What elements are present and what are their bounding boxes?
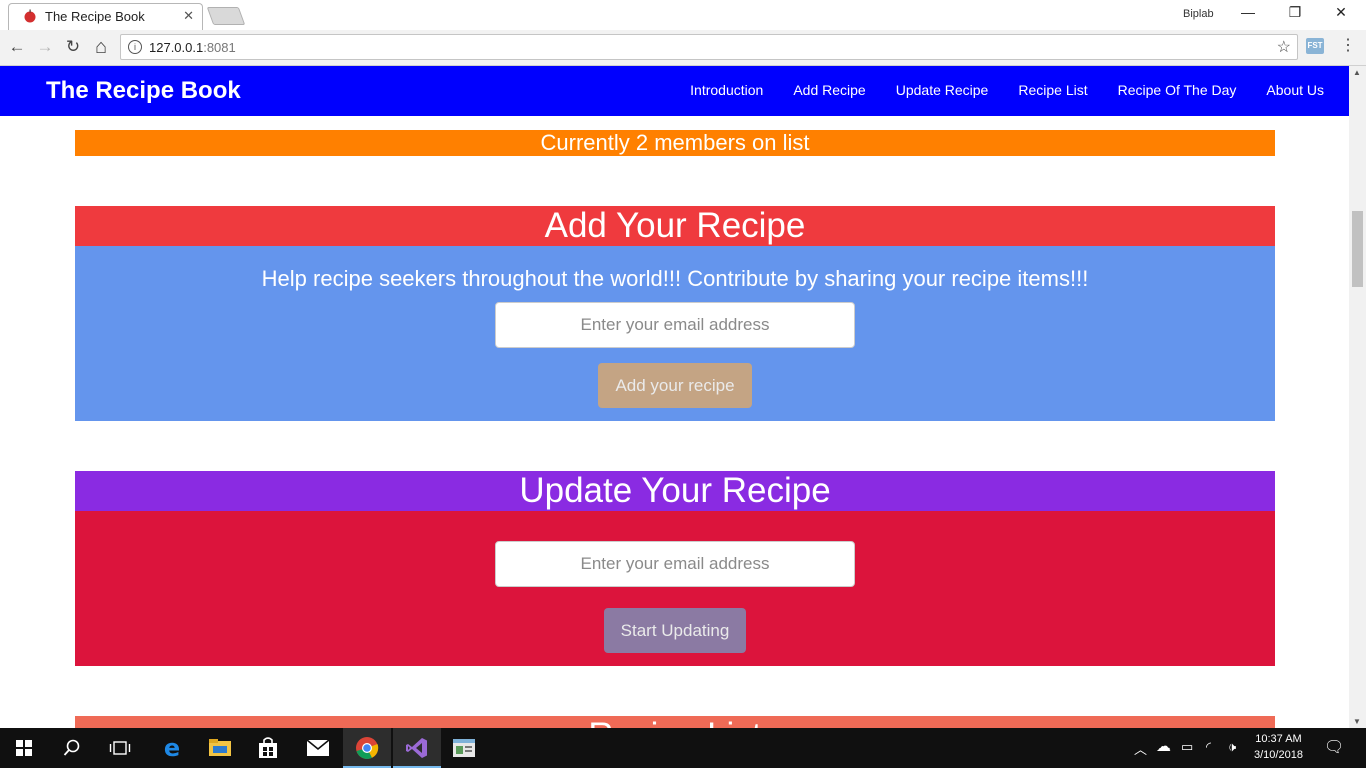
scroll-down-arrow-icon[interactable]: ▼ <box>1353 717 1361 726</box>
chrome-logo-icon <box>356 737 379 759</box>
add-recipe-section: Add Your Recipe Help recipe seekers thro… <box>75 206 1275 421</box>
store-icon[interactable] <box>244 728 292 768</box>
onedrive-cloud-icon[interactable]: ☁ <box>1156 737 1171 755</box>
clock-date: 3/10/2018 <box>1254 749 1303 761</box>
volume-icon[interactable]: 🕩 <box>1228 739 1236 755</box>
profile-name[interactable]: Biplab <box>1183 8 1214 20</box>
nav-link-introduction[interactable]: Introduction <box>690 82 763 98</box>
update-recipe-body: Start Updating <box>75 511 1275 666</box>
address-bar[interactable]: i 127.0.0.1:8081 ☆ <box>120 34 1298 60</box>
task-view-glyph-icon <box>109 741 131 755</box>
site-navbar: The Recipe Book Introduction Add Recipe … <box>0 66 1349 116</box>
bookmark-star-icon[interactable]: ☆ <box>1277 37 1291 57</box>
chrome-taskbar-icon[interactable] <box>343 728 391 768</box>
nav-link-about-us[interactable]: About Us <box>1266 82 1324 98</box>
site-info-icon[interactable]: i <box>128 40 142 54</box>
envelope-icon <box>306 739 330 756</box>
edge-browser-icon[interactable]: e <box>148 728 196 768</box>
members-count-banner: Currently 2 members on list <box>75 130 1275 156</box>
close-window-icon[interactable]: ✕ <box>1329 4 1353 24</box>
windows-taskbar: e ︿ ☁ ▭ ◜ 🕩 10:37 AM 3/10/2018 🗨 <box>0 728 1366 768</box>
recipe-list-heading: Recipe List <box>75 716 1275 728</box>
nav-links: Introduction Add Recipe Update Recipe Re… <box>660 82 1324 98</box>
nav-link-recipe-list[interactable]: Recipe List <box>1018 82 1087 98</box>
reload-icon[interactable]: ↻ <box>62 36 84 58</box>
browser-menu-icon[interactable]: ⋮ <box>1340 38 1356 54</box>
tab-title: The Recipe Book <box>45 9 145 24</box>
add-recipe-email-input[interactable] <box>495 302 855 348</box>
add-recipe-heading: Add Your Recipe <box>75 206 1275 246</box>
start-button[interactable] <box>0 728 48 768</box>
back-icon[interactable]: ← <box>6 36 28 58</box>
app-window-icon[interactable] <box>440 728 488 768</box>
show-hidden-icons-icon[interactable]: ︿ <box>1134 739 1147 758</box>
page-scrollbar[interactable]: ▲ ▼ <box>1349 66 1366 728</box>
start-updating-button[interactable]: Start Updating <box>603 608 747 653</box>
battery-icon[interactable]: ▭ <box>1181 739 1193 755</box>
magnifier-icon <box>63 739 80 756</box>
new-tab-button[interactable] <box>206 7 246 25</box>
nav-link-recipe-of-the-day[interactable]: Recipe Of The Day <box>1118 82 1237 98</box>
recipe-list-section: Recipe List <box>75 716 1275 728</box>
nav-link-update-recipe[interactable]: Update Recipe <box>896 82 989 98</box>
url-text[interactable]: 127.0.0.1:8081 <box>149 40 236 55</box>
add-recipe-body: Help recipe seekers throughout the world… <box>75 246 1275 421</box>
scroll-thumb[interactable] <box>1352 211 1363 287</box>
add-recipe-subtitle: Help recipe seekers throughout the world… <box>261 266 1089 291</box>
browser-toolbar: ← → ↻ ⌂ i 127.0.0.1:8081 ☆ FST ⋮ <box>0 30 1366 66</box>
add-recipe-button[interactable]: Add your recipe <box>598 363 752 408</box>
home-icon[interactable]: ⌂ <box>90 36 112 58</box>
minimize-icon[interactable]: — <box>1236 4 1260 24</box>
vs-logo-icon <box>406 738 427 758</box>
url-host: 127.0.0.1 <box>149 40 204 55</box>
window-app-glyph-icon <box>453 739 475 757</box>
apple-icon <box>24 9 36 23</box>
update-recipe-email-input[interactable] <box>495 541 855 587</box>
clock-time: 10:37 AM <box>1255 733 1302 745</box>
update-recipe-heading: Update Your Recipe <box>75 471 1275 511</box>
wifi-icon[interactable]: ◜ <box>1206 739 1211 755</box>
browser-titlebar: The Recipe Book ✕ Biplab — ❐ ✕ <box>0 0 1366 30</box>
page-viewport: The Recipe Book Introduction Add Recipe … <box>0 66 1349 728</box>
extension-icon[interactable]: FST <box>1306 38 1324 54</box>
tab-close-icon[interactable]: ✕ <box>183 8 194 24</box>
forward-icon[interactable]: → <box>34 36 56 58</box>
visual-studio-icon[interactable] <box>393 728 441 768</box>
browser-tab[interactable]: The Recipe Book ✕ <box>8 3 203 30</box>
nav-link-add-recipe[interactable]: Add Recipe <box>793 82 865 98</box>
search-icon[interactable] <box>48 728 96 768</box>
scroll-up-arrow-icon[interactable]: ▲ <box>1353 68 1361 77</box>
mail-icon[interactable] <box>294 728 342 768</box>
task-view-icon[interactable] <box>96 728 144 768</box>
file-explorer-icon[interactable] <box>196 728 244 768</box>
update-recipe-section: Update Your Recipe Start Updating <box>75 471 1275 666</box>
url-port: :8081 <box>203 40 236 55</box>
folder-icon <box>209 739 231 756</box>
notifications-icon[interactable]: 🗨 <box>1324 737 1344 757</box>
shopping-bag-icon <box>259 737 277 758</box>
system-clock[interactable]: 10:37 AM 3/10/2018 <box>1254 731 1303 763</box>
windows-logo-icon <box>16 740 32 756</box>
site-brand[interactable]: The Recipe Book <box>46 77 241 105</box>
restore-icon[interactable]: ❐ <box>1283 4 1307 24</box>
